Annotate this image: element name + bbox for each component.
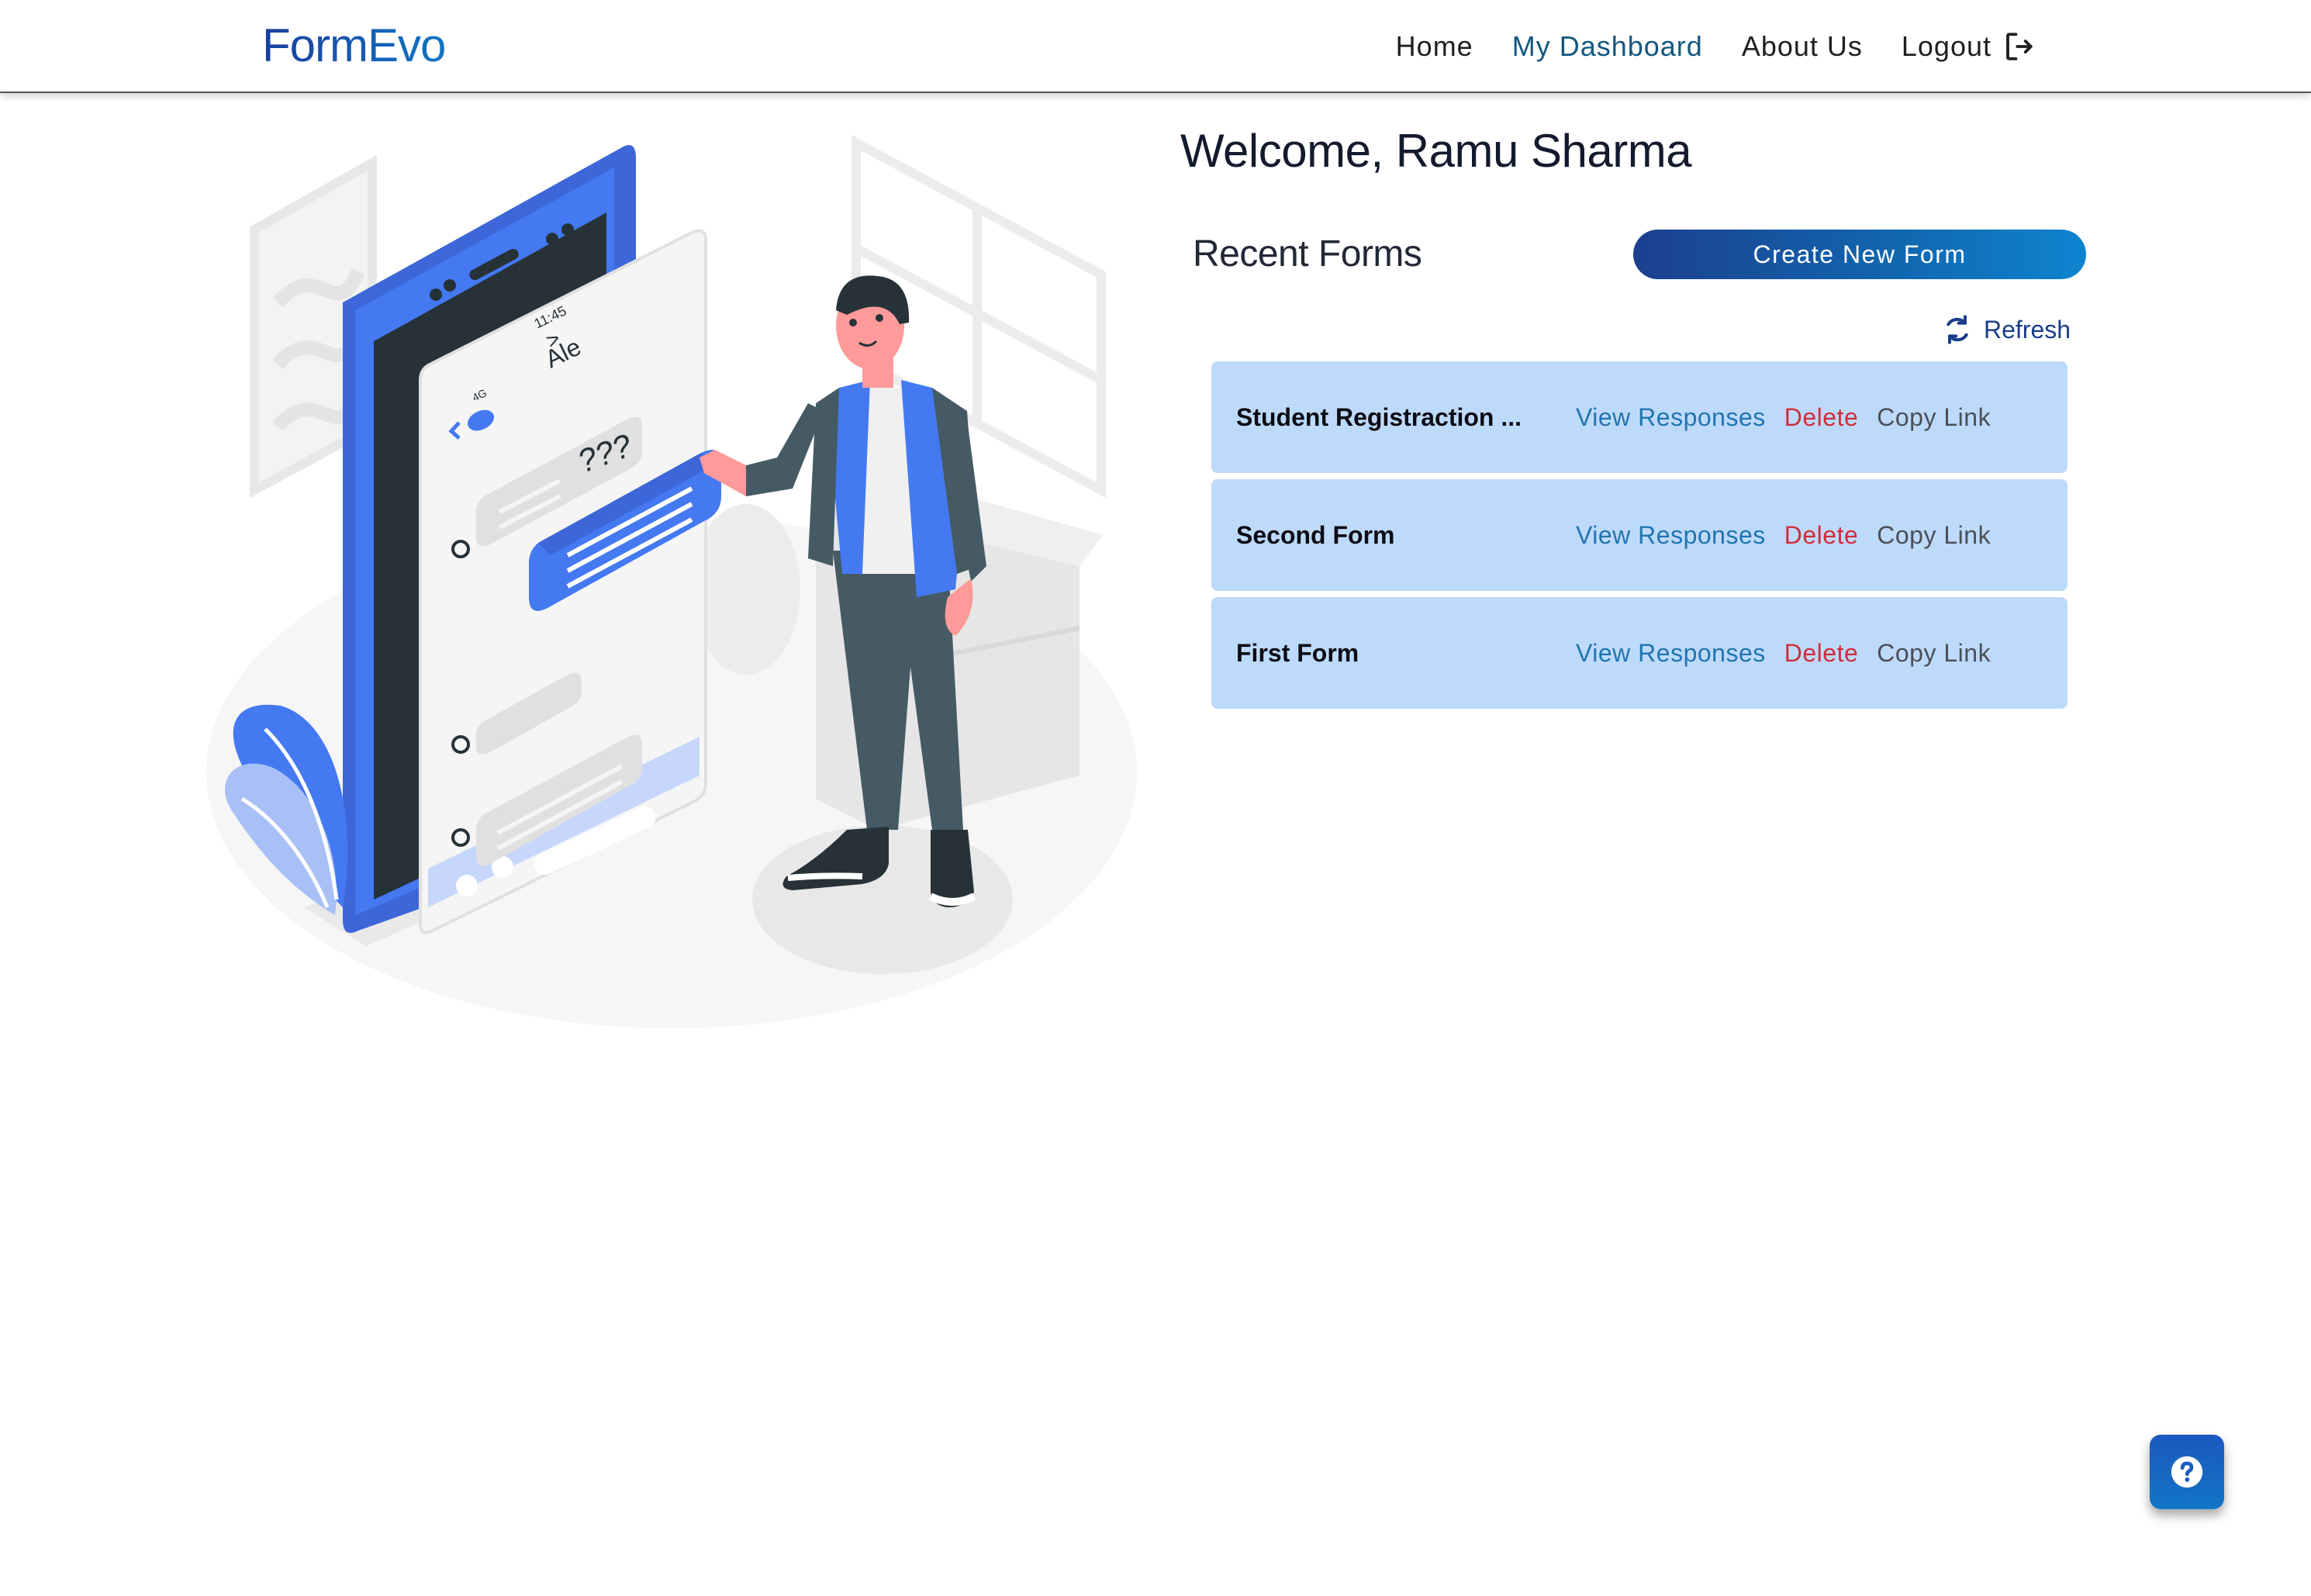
delete-form-link[interactable]: Delete — [1784, 521, 1859, 550]
help-button[interactable] — [2150, 1435, 2224, 1509]
delete-form-link[interactable]: Delete — [1784, 639, 1859, 668]
nav-links: Home My Dashboard About Us Logout — [1396, 26, 2035, 67]
person-with-phone-illustration: Ale > 11:45 4G ??? — [206, 134, 1137, 1028]
brand-logo[interactable]: FormEvo — [262, 19, 446, 72]
form-actions: View Responses Delete Copy Link — [1576, 639, 1991, 668]
refresh-icon — [1947, 315, 1968, 344]
form-actions: View Responses Delete Copy Link — [1576, 403, 1991, 432]
form-card: First Form View Responses Delete Copy Li… — [1211, 597, 2067, 709]
hero-illustration: Ale > 11:45 4G ??? — [203, 132, 1149, 1055]
refresh-label: Refresh — [1984, 315, 2071, 344]
form-name: First Form — [1236, 638, 1359, 667]
question-circle-icon — [2171, 1456, 2203, 1488]
form-list: Student Registraction ... View Responses… — [1211, 361, 2067, 709]
nav-dashboard[interactable]: My Dashboard — [1512, 30, 1703, 63]
recent-forms-title: Recent Forms — [1193, 233, 1422, 275]
logout-icon — [2006, 33, 2033, 60]
view-responses-link[interactable]: View Responses — [1576, 639, 1766, 668]
form-card: Student Registraction ... View Responses… — [1211, 361, 2067, 473]
copy-link-button[interactable]: Copy Link — [1877, 403, 1991, 432]
refresh-button[interactable]: Refresh — [1942, 312, 2071, 347]
view-responses-link[interactable]: View Responses — [1576, 403, 1766, 432]
form-name: Second Form — [1236, 520, 1395, 549]
form-name: Student Registraction ... — [1236, 402, 1522, 431]
logout-label: Logout — [1901, 30, 1991, 62]
create-new-form-button[interactable]: Create New Form — [1633, 230, 2086, 279]
view-responses-link[interactable]: View Responses — [1576, 521, 1766, 550]
welcome-heading: Welcome, Ramu Sharma — [1180, 125, 1692, 177]
logout-button[interactable]: Logout — [1902, 30, 2035, 63]
navbar: FormEvo Home My Dashboard About Us Logou… — [0, 0, 2311, 93]
copy-link-button[interactable]: Copy Link — [1877, 521, 1991, 550]
form-actions: View Responses Delete Copy Link — [1576, 521, 1991, 550]
nav-about[interactable]: About Us — [1742, 30, 1863, 63]
nav-home[interactable]: Home — [1396, 30, 1473, 63]
app-root: FormEvo Home My Dashboard About Us Logou… — [0, 0, 2311, 1596]
form-card: Second Form View Responses Delete Copy L… — [1211, 479, 2067, 591]
delete-form-link[interactable]: Delete — [1784, 403, 1859, 432]
copy-link-button[interactable]: Copy Link — [1877, 639, 1991, 668]
